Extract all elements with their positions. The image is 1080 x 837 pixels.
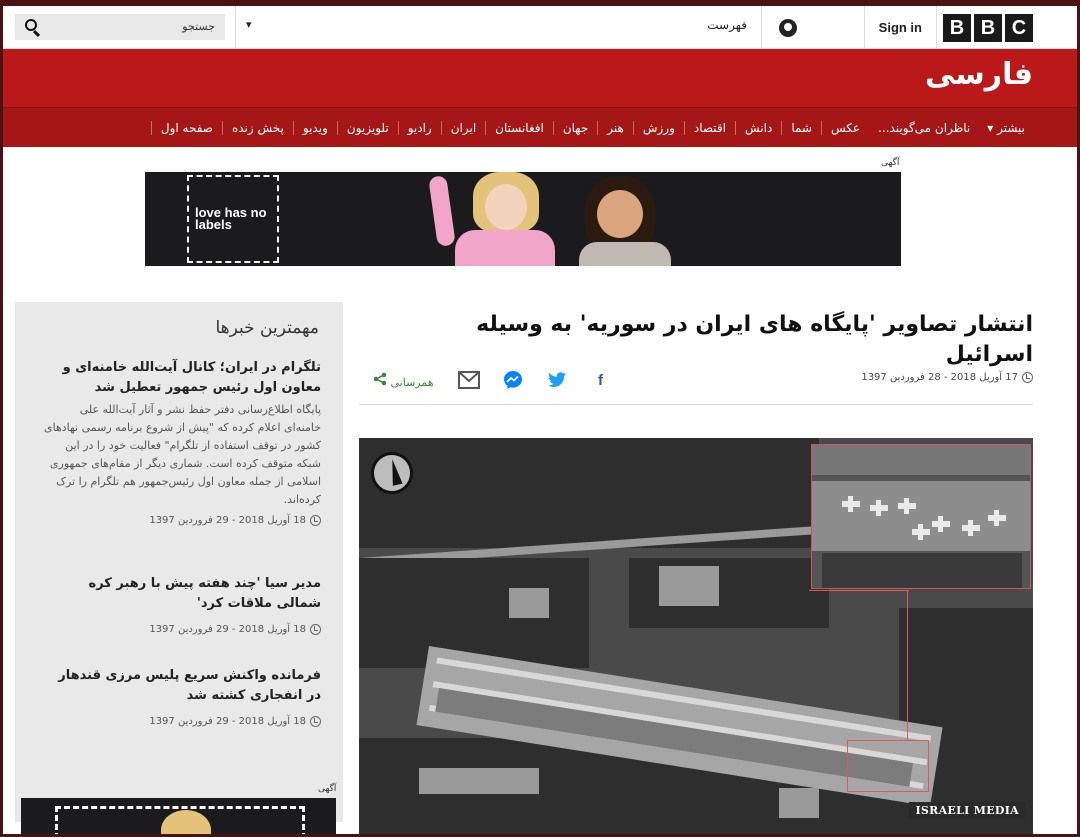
nav-more-dropdown[interactable]: بیشتر ▾ — [979, 121, 1033, 135]
sidebar-heading: مهمترین خبرها — [215, 318, 319, 338]
facebook-icon[interactable]: f — [588, 368, 614, 392]
clock-icon — [310, 716, 321, 727]
list-item[interactable]: تلگرام در ایران؛ کانال آیت‌الله خامنه‌ای… — [41, 358, 321, 526]
email-icon[interactable] — [456, 368, 482, 392]
share-button[interactable]: همرسانی — [373, 372, 434, 389]
twitter-icon[interactable] — [544, 368, 570, 392]
ad-banner[interactable]: love has no labels — [145, 172, 901, 266]
clock-icon — [1022, 372, 1033, 383]
site-title[interactable]: فارسی — [925, 57, 1033, 92]
ad-label: آگهی — [318, 784, 337, 794]
nav-item-world[interactable]: جهان — [552, 121, 597, 135]
top-stories-sidebar: مهمترین خبرها تلگرام در ایران؛ کانال آیت… — [15, 302, 343, 822]
search-placeholder: جستجو — [182, 20, 215, 33]
divider — [761, 6, 762, 49]
nav-item-economy[interactable]: اقتصاد — [683, 121, 735, 135]
image-watermark: ISRAELI MEDIA — [909, 802, 1025, 819]
sign-in-button[interactable]: Sign in — [863, 6, 937, 49]
divider — [359, 404, 1033, 405]
nav-item-science[interactable]: دانش — [734, 121, 781, 135]
clock-icon — [310, 515, 321, 526]
chevron-down-icon[interactable]: ▾ — [246, 18, 252, 31]
nav-item-live[interactable]: پخش زنده — [221, 121, 293, 135]
menu-button[interactable]: فهرست — [707, 18, 747, 32]
story-date: 18 آوریل 2018 - 29 فروردین 1397 — [41, 716, 321, 727]
compass-icon — [371, 452, 413, 494]
story-date: 18 آوریل 2018 - 29 فروردین 1397 — [41, 515, 321, 526]
article-headline: انتشار تصاویر 'پایگاه های ایران در سوریه… — [476, 312, 1033, 367]
brand-bar: فارسی — [3, 49, 1077, 107]
nav-item-afghanistan[interactable]: افغانستان — [485, 121, 553, 135]
share-tools: همرسانی f — [373, 368, 614, 392]
ad-child-image — [573, 172, 673, 266]
satellite-image: ISRAELI MEDIA — [359, 438, 1033, 834]
ad-label: آگهی — [881, 158, 900, 168]
share-label: همرسانی — [390, 375, 434, 389]
story-date: 18 آوریل 2018 - 29 فروردین 1397 — [41, 624, 321, 635]
logo-letter: C — [1005, 14, 1033, 42]
nav-item-video[interactable]: ویدیو — [292, 121, 337, 135]
story-date-text: 18 آوریل 2018 - 29 فروردین 1397 — [149, 624, 306, 635]
story-date-text: 18 آوریل 2018 - 29 فروردین 1397 — [149, 515, 306, 526]
clock-icon — [310, 624, 321, 635]
nav-item-home[interactable]: صفحه اول — [150, 121, 222, 135]
messenger-icon[interactable] — [500, 368, 526, 392]
divider — [235, 6, 236, 49]
nav-item-tv[interactable]: تلویزیون — [336, 121, 398, 135]
story-date-text: 18 آوریل 2018 - 29 فروردین 1397 — [149, 716, 306, 727]
nav-item-art[interactable]: هنر — [597, 121, 633, 135]
search-icon[interactable] — [25, 19, 37, 31]
story-title[interactable]: مدیر سیا 'چند هفته پیش با رهبر کره شمالی… — [41, 574, 321, 614]
story-title[interactable]: فرمانده واکنش سریع پلیس مرزی قندهار در ا… — [41, 666, 321, 706]
story-title[interactable]: تلگرام در ایران؛ کانال آیت‌الله خامنه‌ای… — [41, 358, 321, 398]
nav-item-radio[interactable]: رادیو — [397, 121, 441, 135]
main-nav: صفحه اول پخش زنده ویدیو تلویزیون رادیو ا… — [3, 107, 1077, 147]
nav-item-observers[interactable]: ناظران می‌گویند... — [869, 121, 979, 135]
article-date: 17 آوریل 2018 - 28 فروردین 1397 — [861, 372, 1033, 383]
nav-item-photo[interactable]: عکس — [820, 121, 869, 135]
search-input[interactable]: جستجو — [15, 14, 225, 40]
ad-logo: love has no labels — [187, 175, 279, 263]
user-icon[interactable] — [779, 19, 797, 37]
zoom-inset — [811, 444, 1031, 589]
bbc-logo[interactable]: B B C — [943, 14, 1033, 42]
share-icon — [373, 372, 391, 389]
logo-letter: B — [974, 14, 1002, 42]
nav-item-you[interactable]: شما — [781, 121, 821, 135]
bbc-persian-page: جستجو ▾ فهرست Sign in B B C فارسی صفحه ا… — [0, 0, 1080, 837]
nav-item-sport[interactable]: ورزش — [632, 121, 684, 135]
article-date-text: 17 آوریل 2018 - 28 فروردین 1397 — [861, 372, 1018, 383]
list-item[interactable]: فرمانده واکنش سریع پلیس مرزی قندهار در ا… — [41, 666, 321, 727]
top-bar: جستجو ▾ فهرست Sign in B B C — [3, 6, 1077, 49]
list-item[interactable]: مدیر سیا 'چند هفته پیش با رهبر کره شمالی… — [41, 574, 321, 635]
ad-child-image — [428, 172, 565, 266]
nav-item-iran[interactable]: ایران — [440, 121, 485, 135]
story-summary: پایگاه اطلاع‌رسانی دفتر حفظ نشر و آثار آ… — [43, 403, 321, 506]
nav-list: صفحه اول پخش زنده ویدیو تلویزیون رادیو ا… — [150, 108, 1033, 148]
sidebar-ad[interactable] — [21, 798, 336, 834]
highlight-box — [847, 740, 929, 792]
logo-letter: B — [943, 14, 971, 42]
